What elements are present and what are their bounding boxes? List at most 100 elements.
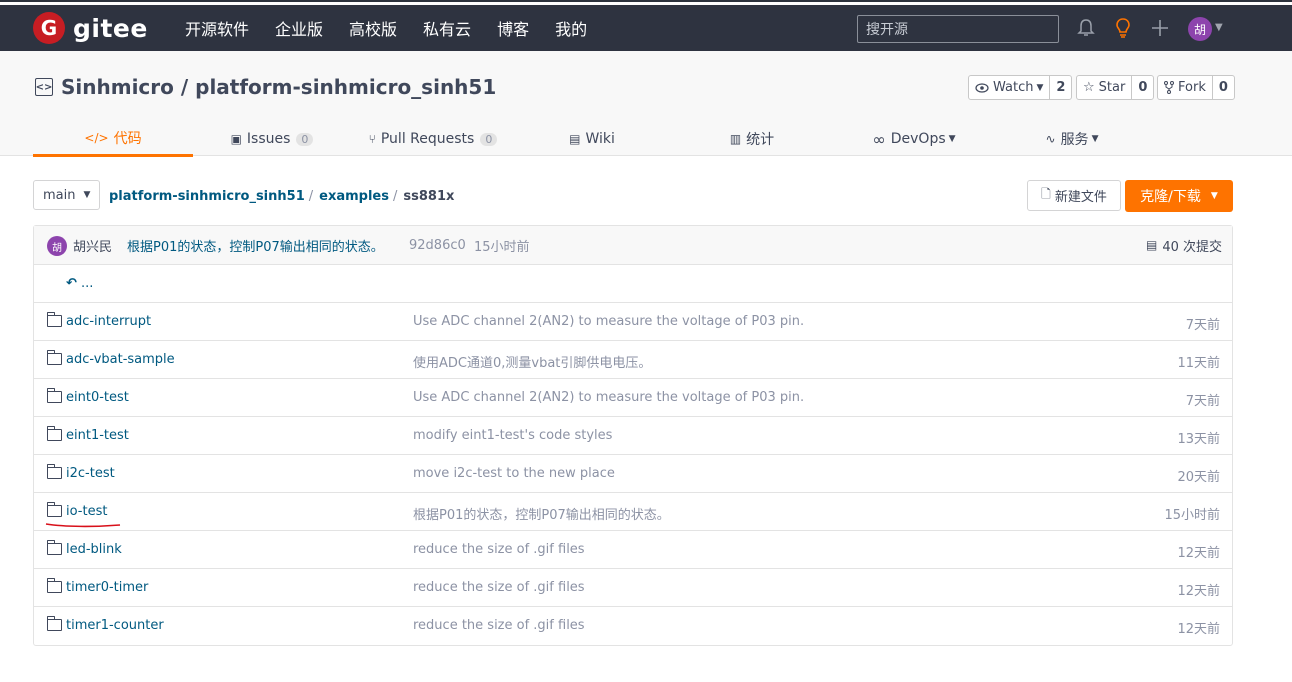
eye-icon [975,82,989,93]
folder-name[interactable]: adc-vbat-sample [66,352,175,367]
new-file-button[interactable]: 🗋 新建文件 [1027,180,1121,211]
tab-pull-requests[interactable]: ⑂ Pull Requests 0 [368,121,498,157]
navbar: G gitee 开源软件 企业版 高校版 私有云 博客 我的 胡 ▼ [0,5,1292,51]
bell-icon[interactable] [1075,17,1097,39]
chevron-down-icon[interactable]: ▼ [1215,22,1223,33]
tab-services[interactable]: ∿ 服务 ▼ [1041,121,1103,157]
table-row[interactable]: timer1-counter reduce the size of .gif f… [34,607,1232,645]
folder-name[interactable]: led-blink [66,542,122,557]
folder-commit-message[interactable]: modify eint1-test's code styles [413,428,612,443]
table-row[interactable]: adc-vbat-sample 使用ADC通道0,测量vbat引脚供电电压。 1… [34,341,1232,379]
red-annotation-underline [45,523,121,528]
table-row[interactable]: adc-interrupt Use ADC channel 2(AN2) to … [34,303,1232,341]
fork-count[interactable]: 0 [1213,76,1234,99]
folder-icon [46,616,62,631]
star-count[interactable]: 0 [1132,76,1153,99]
folder-commit-message[interactable]: 根据P01的状态，控制P07输出相同的状态。 [413,504,670,523]
nav-item-education[interactable]: 高校版 [349,16,397,40]
folder-time: 12天前 [1177,622,1220,637]
user-avatar[interactable]: 胡 [1188,17,1212,41]
parent-dir-row[interactable]: ↶ ... [34,265,1232,303]
commit-sha[interactable]: 92d86c0 [409,238,466,253]
search-input[interactable] [857,15,1059,43]
latest-commit: 胡 胡兴民 根据P01的状态，控制P07输出相同的状态。 92d86c0 15小… [34,226,1232,265]
avatar[interactable]: 胡 [47,236,67,256]
folder-name[interactable]: adc-interrupt [66,314,151,329]
commit-message[interactable]: 根据P01的状态，控制P07输出相同的状态。 [127,236,384,255]
folder-time: 20天前 [1177,470,1220,485]
gitee-logo[interactable]: G gitee [33,12,148,44]
branch-name: main [43,187,76,203]
chevron-down-icon: ▼ [1091,134,1099,144]
repo-tabs: </> 代码 ▣ Issues 0 ⑂ Pull Requests 0 ▤ Wi… [33,121,1233,157]
watch-count[interactable]: 2 [1050,76,1071,99]
chevron-down-icon: ▼ [1210,191,1218,201]
fork-button[interactable]: Fork [1158,76,1213,99]
table-row[interactable]: eint1-test modify eint1-test's code styl… [34,417,1232,455]
folder-icon [46,578,62,593]
lightbulb-icon[interactable] [1112,17,1134,39]
breadcrumb-separator: / [392,189,398,204]
folder-commit-message[interactable]: move i2c-test to the new place [413,466,615,481]
fork-icon [1164,81,1174,94]
folder-commit-message[interactable]: reduce the size of .gif files [413,580,585,595]
breadcrumb-examples[interactable]: examples [319,189,389,204]
chevron-down-icon: ▼ [948,134,956,144]
nav-item-open-source[interactable]: 开源软件 [185,16,249,40]
nav-item-mine[interactable]: 我的 [555,16,587,40]
commit-count[interactable]: ▤ 40 次提交 [1146,236,1222,255]
folder-commit-message[interactable]: 使用ADC通道0,测量vbat引脚供电电压。 [413,352,651,371]
folder-name[interactable]: timer0-timer [66,580,148,595]
table-row[interactable]: eint0-test Use ADC channel 2(AN2) to mea… [34,379,1232,417]
breadcrumb-separator: / [308,189,314,204]
nav-item-private-cloud[interactable]: 私有云 [423,16,471,40]
chevron-down-icon: ▼ [1036,82,1044,93]
nav-item-blog[interactable]: 博客 [497,16,529,40]
logo-badge: G [33,12,65,44]
code-icon: </> [84,130,109,145]
folder-time: 7天前 [1185,318,1220,333]
watch-button[interactable]: Watch ▼ [969,76,1051,99]
logo-text: gitee [73,13,148,43]
table-row[interactable]: timer0-timer reduce the size of .gif fil… [34,569,1232,607]
folder-time: 13天前 [1177,432,1220,447]
breadcrumb-repo[interactable]: platform-sinhmicro_sinh51 [109,189,305,204]
nav-item-enterprise[interactable]: 企业版 [275,16,323,40]
infinity-icon: ∞ [872,129,886,149]
table-row[interactable]: led-blink reduce the size of .gif files … [34,531,1232,569]
back-link[interactable]: ↶ ... [66,276,93,291]
fork-group: Fork 0 [1157,75,1235,100]
folder-name[interactable]: timer1-counter [66,618,164,633]
table-row[interactable]: io-test 根据P01的状态，控制P07输出相同的状态。 15小时前 [34,493,1232,531]
branch-selector[interactable]: main ▼ [33,180,101,210]
tab-wiki[interactable]: ▤ Wiki [567,121,617,157]
tab-issues[interactable]: ▣ Issues 0 [230,121,314,157]
tab-stats[interactable]: ▥ 统计 [727,121,777,157]
tab-devops[interactable]: ∞ DevOps ▼ [869,121,959,157]
folder-icon [46,350,62,365]
folder-commit-message[interactable]: Use ADC channel 2(AN2) to measure the vo… [413,390,804,405]
clone-download-button[interactable]: 克隆/下载 ▼ [1125,180,1233,212]
folder-time: 11天前 [1177,356,1220,371]
folder-name[interactable]: i2c-test [66,466,115,481]
folder-name[interactable]: eint1-test [66,428,129,443]
folder-icon [46,502,62,517]
book-icon: ▤ [569,132,581,146]
star-group: ☆ Star 0 [1076,75,1155,100]
folder-time: 15小时前 [1164,508,1220,523]
folder-commit-message[interactable]: reduce the size of .gif files [413,618,585,633]
code-repo-icon: <> [35,78,53,96]
folder-commit-message[interactable]: Use ADC channel 2(AN2) to measure the vo… [413,314,804,329]
table-row[interactable]: i2c-test move i2c-test to the new place … [34,455,1232,493]
commit-author[interactable]: 胡兴民 [73,236,112,255]
watch-label: Watch [993,80,1034,95]
star-button[interactable]: ☆ Star [1077,76,1133,99]
pulse-icon: ∿ [1045,132,1056,146]
folder-commit-message[interactable]: reduce the size of .gif files [413,542,585,557]
tab-code[interactable]: </> 代码 [33,121,193,157]
plus-icon[interactable] [1149,17,1171,39]
repo-title-text[interactable]: Sinhmicro / platform-sinhmicro_sinh51 [61,75,496,99]
folder-name[interactable]: io-test [66,504,107,519]
folder-name[interactable]: eint0-test [66,390,129,405]
folder-icon [46,540,62,555]
